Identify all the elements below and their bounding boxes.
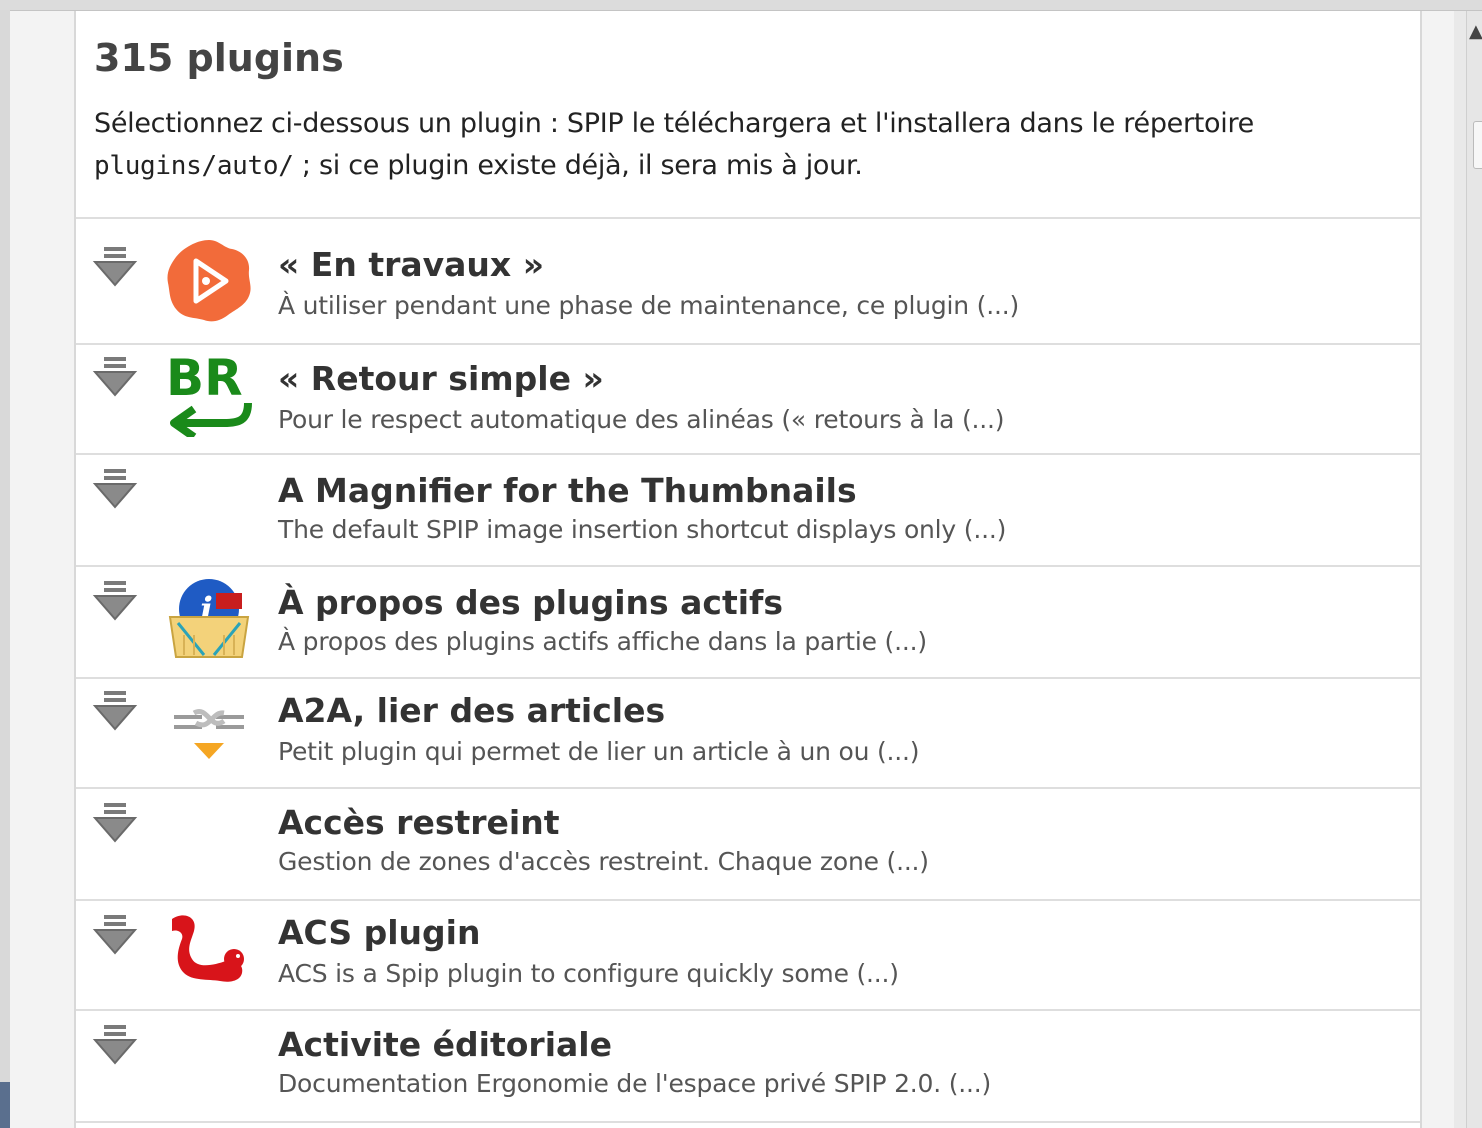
download-arrow-icon[interactable] [92, 245, 138, 293]
scroll-thumb[interactable] [1473, 121, 1482, 169]
intro-path: plugins/auto/ [94, 151, 294, 181]
intro-text: Sélectionnez ci-dessous un plugin : SPIP… [94, 103, 1402, 187]
page-title: 315 plugins [94, 36, 344, 80]
plugin-name[interactable]: Accès restreint [278, 803, 559, 842]
taskbar-fragment [0, 1082, 10, 1128]
scroll-up-icon[interactable]: ▲ [1469, 21, 1482, 42]
download-arrow-icon[interactable] [92, 913, 138, 961]
br-return-logo: BR [166, 351, 252, 437]
plugin-description: Pour le respect automatique des alinéas … [278, 405, 1005, 434]
plugin-row[interactable]: ACS plugin ACS is a Spip plugin to confi… [76, 901, 1420, 1011]
download-arrow-icon[interactable] [92, 467, 138, 515]
list-header: 315 plugins Sélectionnez ci-dessous un p… [76, 11, 1420, 219]
intro-after: ; si ce plugin existe déjà, il sera mis … [293, 150, 863, 181]
left-edge [0, 10, 10, 1128]
download-arrow-icon[interactable] [92, 579, 138, 627]
plugin-name[interactable]: À propos des plugins actifs [278, 583, 783, 622]
plugin-name[interactable]: « En travaux » [278, 245, 544, 284]
vertical-scrollbar[interactable]: ▲ [1466, 11, 1482, 1128]
chain-link-logo [174, 709, 244, 759]
download-arrow-icon[interactable] [92, 1023, 138, 1071]
plugin-description: Gestion de zones d'accès restreint. Chaq… [278, 847, 929, 876]
plugin-name[interactable]: ACS plugin [278, 913, 480, 952]
plugin-row[interactable]: i À propos des plugins actifs À propos d… [76, 567, 1420, 679]
plugin-description: Petit plugin qui permet de lier un artic… [278, 737, 920, 766]
plugin-description: Documentation Ergonomie de l'espace priv… [278, 1069, 992, 1098]
plugin-row[interactable]: Activite éditoriale Documentation Ergono… [76, 1011, 1420, 1123]
plugin-list-panel: 315 plugins Sélectionnez ci-dessous un p… [74, 11, 1422, 1128]
red-squirrel-logo [172, 915, 244, 982]
plugin-name[interactable]: A2A, lier des articles [278, 691, 665, 730]
intro-before: Sélectionnez ci-dessous un plugin : SPIP… [94, 108, 1254, 139]
plugin-description: ACS is a Spip plugin to configure quickl… [278, 959, 899, 988]
plugin-row[interactable]: A2A, lier des articles Petit plugin qui … [76, 679, 1420, 789]
plugin-name[interactable]: « Retour simple » [278, 359, 604, 398]
plugin-description: À utiliser pendant une phase de maintena… [278, 291, 1020, 320]
plugin-row[interactable]: Accès restreint Gestion de zones d'accès… [76, 789, 1420, 901]
plugin-name[interactable]: Activite éditoriale [278, 1025, 612, 1064]
info-basket-logo: i [168, 579, 250, 658]
plugin-row[interactable]: BR « Retour simple » Pour le respect aut… [76, 345, 1420, 455]
plugin-description: The default SPIP image insertion shortcu… [278, 515, 1007, 544]
download-arrow-icon[interactable] [92, 355, 138, 403]
window-top-bar [0, 0, 1482, 11]
plugin-name[interactable]: A Magnifier for the Thumbnails [278, 471, 857, 510]
en-travaux-logo [167, 240, 251, 322]
plugin-description: À propos des plugins actifs affiche dans… [278, 627, 927, 656]
svg-text:BR: BR [166, 351, 243, 407]
download-arrow-icon[interactable] [92, 689, 138, 737]
download-arrow-icon[interactable] [92, 801, 138, 849]
plugin-row[interactable]: A Magnifier for the Thumbnails The defau… [76, 455, 1420, 567]
plugin-row[interactable]: « En travaux » À utiliser pendant une ph… [76, 219, 1420, 345]
